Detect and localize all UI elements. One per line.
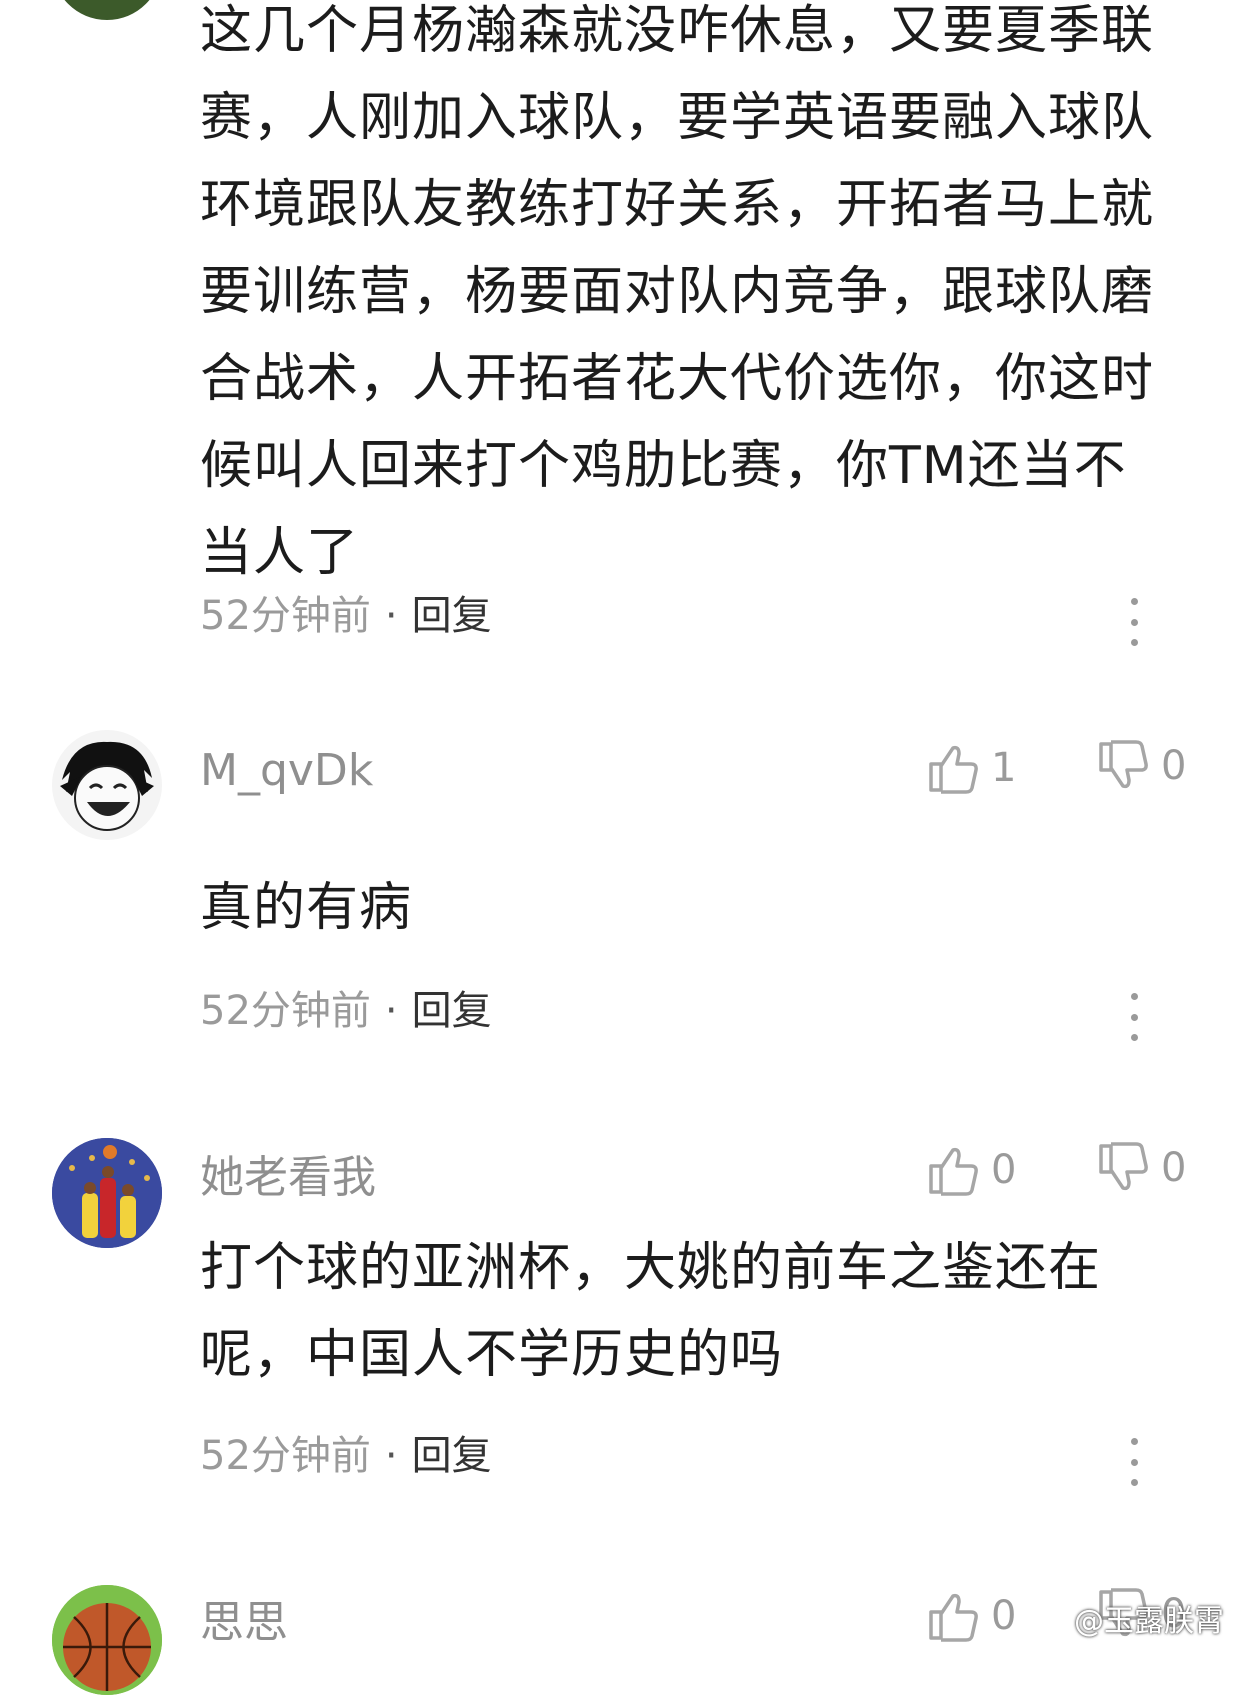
comment-time: 52分钟前 bbox=[200, 1433, 371, 1479]
comment-time: 52分钟前 bbox=[200, 593, 371, 639]
separator-dot: · bbox=[384, 988, 398, 1034]
avatar[interactable] bbox=[52, 1138, 162, 1248]
more-vertical-icon[interactable] bbox=[1124, 1438, 1144, 1486]
like-count: 1 bbox=[991, 745, 1017, 791]
dislike-button[interactable]: 0 bbox=[1095, 738, 1186, 794]
thumbs-up-icon bbox=[929, 1593, 978, 1642]
like-count: 0 bbox=[991, 1593, 1017, 1639]
thumbs-up-icon bbox=[929, 745, 978, 794]
like-button[interactable]: 0 bbox=[925, 1142, 1016, 1198]
thumbs-down-icon bbox=[1099, 1142, 1148, 1191]
dislike-count: 0 bbox=[1161, 1145, 1187, 1191]
avatar[interactable] bbox=[52, 1585, 162, 1695]
comment-meta: 52分钟前 · 回复 bbox=[200, 590, 492, 642]
like-button[interactable]: 1 bbox=[925, 740, 1016, 796]
more-vertical-icon[interactable] bbox=[1124, 993, 1144, 1041]
thumbs-down-icon bbox=[1099, 740, 1148, 789]
username[interactable]: M_qvDk bbox=[200, 743, 373, 799]
comment-meta: 52分钟前 · 回复 bbox=[200, 1430, 492, 1482]
username[interactable]: 她老看我 bbox=[200, 1150, 376, 1206]
reply-button[interactable]: 回复 bbox=[412, 988, 492, 1034]
reply-button[interactable]: 回复 bbox=[412, 1433, 492, 1479]
comment-time: 52分钟前 bbox=[200, 988, 371, 1034]
dislike-count: 0 bbox=[1161, 743, 1187, 789]
comment-meta: 52分钟前 · 回复 bbox=[200, 985, 492, 1037]
thumbs-up-icon bbox=[929, 1147, 978, 1196]
separator-dot: · bbox=[384, 1433, 398, 1479]
separator-dot: · bbox=[384, 593, 398, 639]
comment-text: 这几个月杨瀚森就没咋休息，又要夏季联赛，人刚加入球队，要学英语要融入球队环境跟队… bbox=[200, 1, 1155, 583]
reply-button[interactable]: 回复 bbox=[412, 593, 492, 639]
dislike-button[interactable]: 0 bbox=[1095, 1140, 1186, 1196]
comment-text: 真的有病 bbox=[200, 878, 413, 938]
avatar[interactable] bbox=[52, 0, 162, 20]
like-button[interactable]: 0 bbox=[925, 1588, 1016, 1644]
more-vertical-icon[interactable] bbox=[1124, 598, 1144, 646]
comment-text: 打个球的亚洲杯，大姚的前车之鉴还在呢，中国人不学历史的吗 bbox=[200, 1238, 1102, 1385]
watermark: @玉露朕霄 bbox=[1074, 1604, 1224, 1639]
like-count: 0 bbox=[991, 1147, 1017, 1193]
username[interactable]: 思思 bbox=[200, 1595, 288, 1651]
avatar[interactable] bbox=[52, 730, 162, 840]
